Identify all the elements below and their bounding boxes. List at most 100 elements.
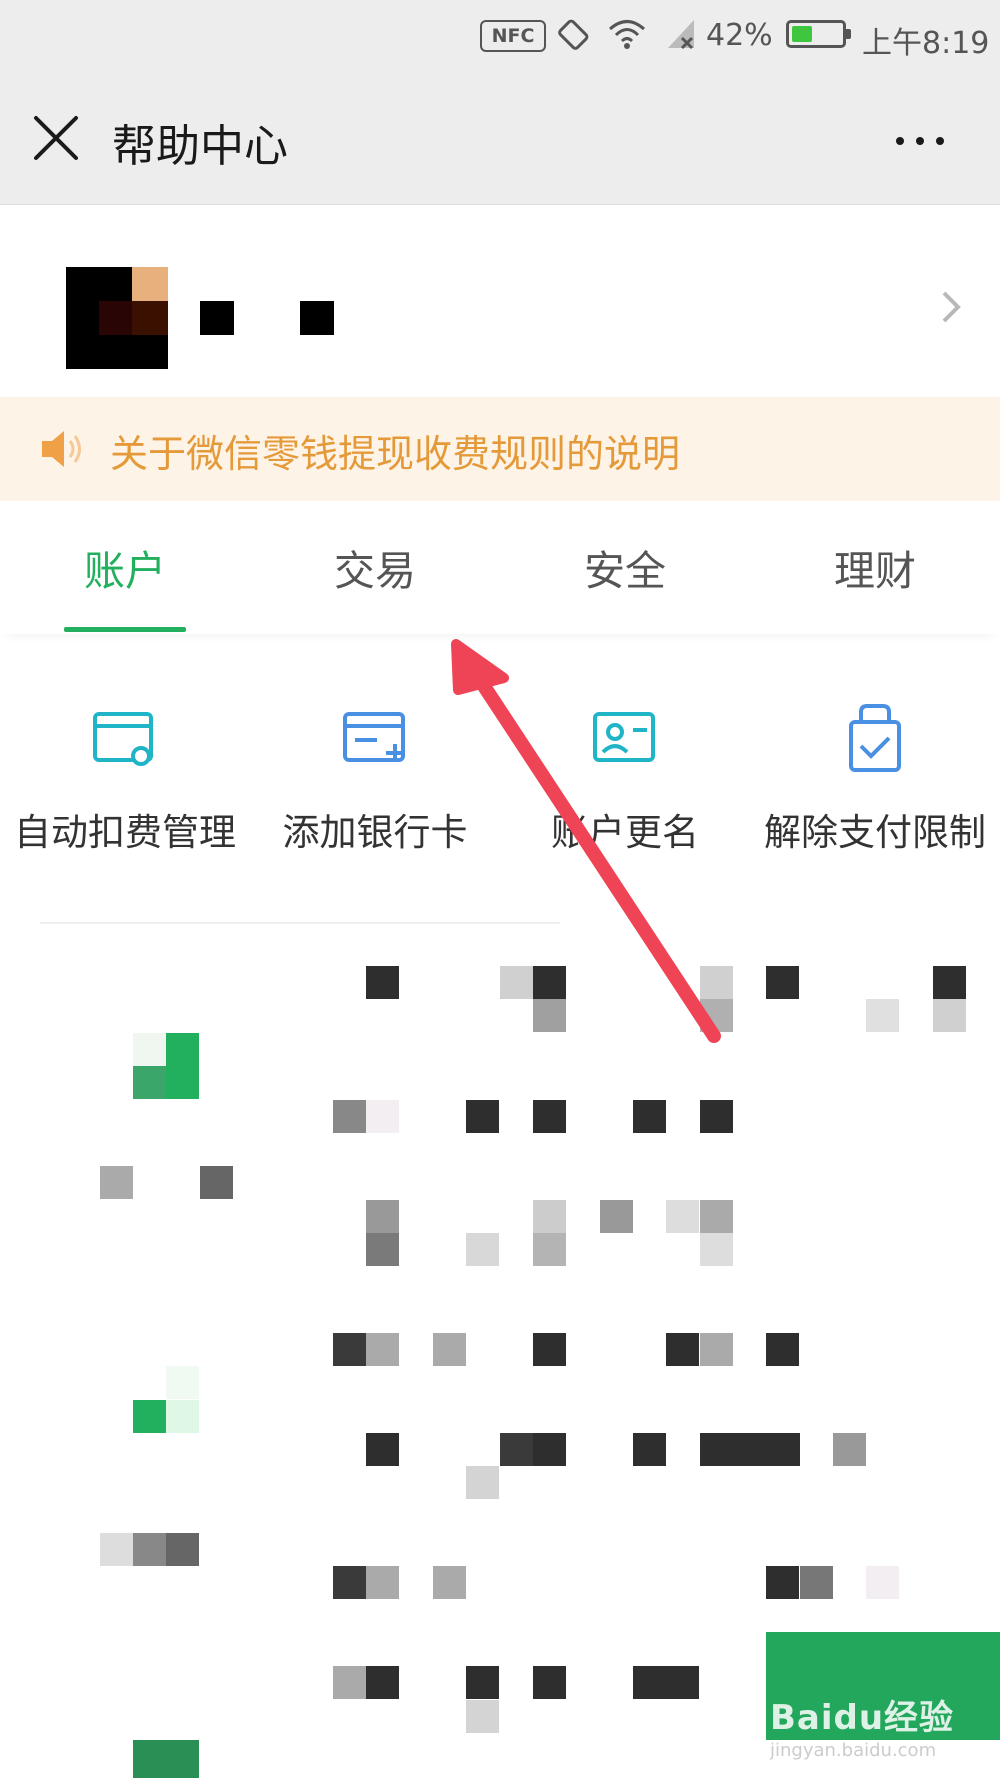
redacted-block bbox=[366, 1333, 399, 1366]
redacted-block bbox=[700, 1100, 733, 1133]
tab-bar: 账户 交易 安全 理财 bbox=[0, 501, 1000, 634]
no-signal-icon bbox=[668, 20, 694, 50]
close-icon[interactable] bbox=[30, 112, 82, 164]
redacted-block bbox=[633, 1433, 666, 1466]
redacted-block bbox=[466, 1700, 499, 1733]
action-label: 自动扣费管理 bbox=[14, 811, 236, 854]
redacted-icon bbox=[166, 1366, 199, 1399]
redacted-icon bbox=[166, 1066, 199, 1099]
redacted-block bbox=[366, 1433, 399, 1466]
redacted-block bbox=[866, 999, 899, 1032]
redacted-icon bbox=[133, 1400, 166, 1433]
redacted-name bbox=[200, 301, 234, 335]
redacted-block bbox=[133, 1533, 166, 1566]
redacted-block bbox=[800, 1566, 833, 1599]
battery-percent: 42% bbox=[706, 18, 773, 53]
tab-security[interactable]: 安全 bbox=[500, 537, 750, 597]
redacted-block bbox=[466, 1233, 499, 1266]
screen-rotate-icon bbox=[558, 19, 589, 50]
section-divider bbox=[40, 922, 560, 924]
notice-banner[interactable]: 关于微信零钱提现收费规则的说明 bbox=[0, 397, 1000, 501]
nfc-icon: NFC bbox=[480, 20, 546, 52]
redacted-block bbox=[533, 966, 566, 999]
redacted-block bbox=[466, 1466, 499, 1499]
redacted-block bbox=[700, 1200, 733, 1233]
redacted-block bbox=[500, 1433, 533, 1466]
redacted-block bbox=[100, 1166, 133, 1199]
auto-deduct-icon bbox=[93, 712, 153, 766]
redacted-block bbox=[766, 1566, 799, 1599]
rename-account-icon bbox=[593, 712, 655, 762]
battery-icon bbox=[786, 20, 851, 48]
redacted-block bbox=[633, 1666, 699, 1699]
redacted-block bbox=[200, 1166, 233, 1199]
redacted-block bbox=[833, 1433, 866, 1466]
redacted-block bbox=[533, 1433, 566, 1466]
chevron-right-icon bbox=[942, 291, 961, 323]
redacted-block bbox=[933, 999, 966, 1032]
redacted-icon bbox=[166, 1033, 199, 1066]
action-label: 账户更名 bbox=[551, 811, 699, 854]
redacted-block bbox=[500, 966, 533, 999]
redacted-icon bbox=[166, 1400, 199, 1433]
status-bar: NFC 42% 上午8:19 bbox=[0, 0, 1000, 72]
add-card-button[interactable]: 添加银行卡 bbox=[250, 700, 500, 856]
nav-bar: 帮助中心 bbox=[0, 72, 1000, 205]
redacted-block bbox=[533, 1233, 566, 1266]
action-label: 解除支付限制 bbox=[764, 811, 986, 854]
watermark-text: Baidu经验 bbox=[770, 1698, 955, 1738]
redacted-block bbox=[366, 1233, 399, 1266]
redacted-block bbox=[766, 966, 799, 999]
redacted-block bbox=[633, 1100, 666, 1133]
watermark-url: jingyan.baidu.com bbox=[770, 1740, 937, 1761]
action-label: 添加银行卡 bbox=[282, 811, 468, 854]
unlock-payment-icon bbox=[849, 704, 901, 772]
more-icon[interactable] bbox=[880, 126, 960, 156]
redacted-block bbox=[533, 1100, 566, 1133]
redacted-block bbox=[466, 1100, 499, 1133]
add-card-icon bbox=[343, 712, 405, 762]
redacted-block bbox=[700, 1333, 733, 1366]
notice-text: 关于微信零钱提现收费规则的说明 bbox=[110, 432, 681, 476]
redacted-block bbox=[866, 1566, 899, 1599]
redacted-block bbox=[533, 1200, 566, 1233]
tab-account[interactable]: 账户 bbox=[0, 537, 250, 597]
redacted-block bbox=[666, 1333, 699, 1366]
redacted-block bbox=[333, 1333, 366, 1366]
wifi-icon bbox=[609, 20, 645, 49]
active-tab-indicator bbox=[64, 627, 186, 632]
redacted-block bbox=[333, 1666, 366, 1699]
battery-level bbox=[792, 26, 813, 42]
redacted-block bbox=[333, 1100, 366, 1133]
redacted-block bbox=[366, 1100, 399, 1133]
redacted-icon bbox=[133, 1033, 166, 1066]
redacted-block bbox=[666, 1200, 699, 1233]
account-row[interactable] bbox=[0, 205, 1000, 397]
tab-transaction[interactable]: 交易 bbox=[250, 537, 500, 597]
redacted-block bbox=[100, 1533, 133, 1566]
redacted-icon bbox=[133, 1740, 199, 1778]
speaker-icon bbox=[42, 431, 81, 467]
redacted-block bbox=[433, 1566, 466, 1599]
redacted-name bbox=[300, 301, 334, 335]
redacted-block bbox=[600, 1200, 633, 1233]
unlock-payment-button[interactable]: 解除支付限制 bbox=[750, 700, 1000, 856]
tab-finance[interactable]: 理财 bbox=[750, 537, 1000, 597]
redacted-block bbox=[700, 999, 733, 1032]
redacted-block bbox=[933, 966, 966, 999]
redacted-block bbox=[466, 1666, 499, 1699]
redacted-block bbox=[700, 1233, 733, 1266]
avatar bbox=[66, 267, 168, 369]
redacted-block bbox=[533, 999, 566, 1032]
auto-deduct-button[interactable]: 自动扣费管理 bbox=[0, 700, 250, 856]
redacted-block bbox=[533, 1666, 566, 1699]
redacted-block bbox=[700, 1433, 800, 1466]
redacted-block bbox=[533, 1333, 566, 1366]
clock: 上午8:19 bbox=[862, 26, 990, 61]
redacted-block bbox=[366, 1666, 399, 1699]
redacted-block bbox=[366, 1200, 399, 1233]
redacted-block bbox=[766, 1333, 799, 1366]
rename-account-button[interactable]: 账户更名 bbox=[500, 700, 750, 856]
redacted-block bbox=[366, 1566, 399, 1599]
redacted-icon bbox=[133, 1066, 166, 1099]
